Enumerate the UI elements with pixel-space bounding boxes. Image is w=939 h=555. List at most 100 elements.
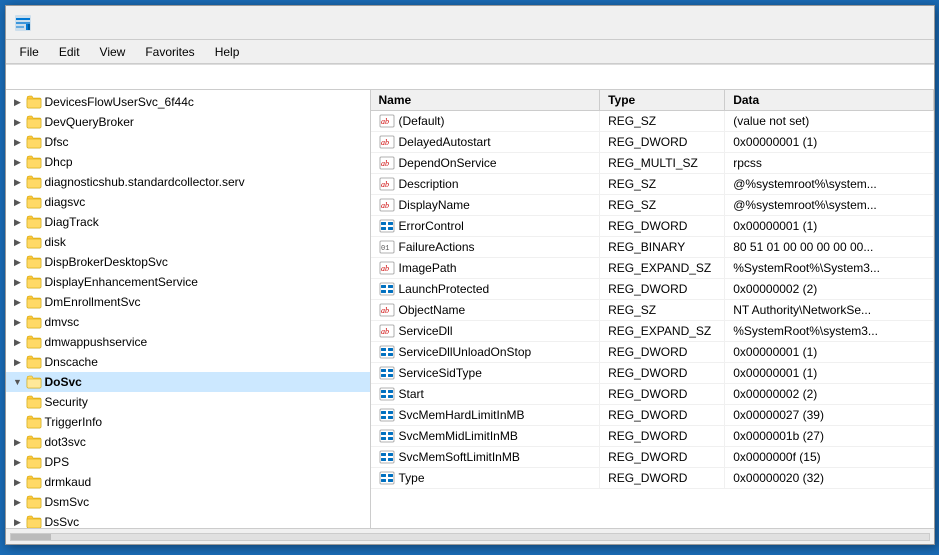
tree-item[interactable]: ▶ diagnosticshub.standardcollector.serv <box>6 172 370 192</box>
cell-type: REG_DWORD <box>600 132 725 153</box>
chevron-icon: ▶ <box>10 434 26 450</box>
folder-icon <box>26 154 42 170</box>
table-row[interactable]: SvcMemSoftLimitInMBREG_DWORD0x0000000f (… <box>371 447 934 468</box>
table-row[interactable]: ab ServiceDllREG_EXPAND_SZ%SystemRoot%\s… <box>371 321 934 342</box>
tree-pane[interactable]: ▶ DevicesFlowUserSvc_6f44c▶ DevQueryBrok… <box>6 90 371 528</box>
table-row[interactable]: SvcMemHardLimitInMBREG_DWORD0x00000027 (… <box>371 405 934 426</box>
tree-item[interactable]: ▶ DispBrokerDesktopSvc <box>6 252 370 272</box>
reg-value-icon <box>379 218 395 234</box>
cell-name: ab Description <box>371 174 600 195</box>
cell-name: ServiceSidType <box>371 363 600 384</box>
cell-name: ab ObjectName <box>371 300 600 321</box>
table-row[interactable]: ab ObjectNameREG_SZNT Authority\NetworkS… <box>371 300 934 321</box>
tree-item-label: DiagTrack <box>45 215 99 229</box>
reg-value-icon <box>379 449 395 465</box>
chevron-icon: ▶ <box>10 134 26 150</box>
table-row[interactable]: ServiceDllUnloadOnStopREG_DWORD0x0000000… <box>371 342 934 363</box>
folder-icon <box>26 234 42 250</box>
cell-data: 80 51 01 00 00 00 00 00... <box>725 237 933 258</box>
cell-type: REG_MULTI_SZ <box>600 153 725 174</box>
value-name: Description <box>399 177 459 191</box>
cell-data: 0x00000027 (39) <box>725 405 933 426</box>
table-row[interactable]: StartREG_DWORD0x00000002 (2) <box>371 384 934 405</box>
table-row[interactable]: ab ImagePathREG_EXPAND_SZ%SystemRoot%\Sy… <box>371 258 934 279</box>
detail-pane[interactable]: Name Type Data ab (Default)REG_SZ(value … <box>371 90 934 528</box>
maximize-button[interactable] <box>834 6 880 40</box>
cell-name: Start <box>371 384 600 405</box>
tree-item[interactable]: ▶ Dfsc <box>6 132 370 152</box>
value-name: ServiceDllUnloadOnStop <box>399 345 532 359</box>
value-name: DelayedAutostart <box>399 135 491 149</box>
value-name: SvcMemMidLimitInMB <box>399 429 518 443</box>
svg-text:ab: ab <box>381 159 389 168</box>
tree-item[interactable]: ▶ dot3svc <box>6 432 370 452</box>
table-row[interactable]: 01 FailureActionsREG_BINARY80 51 01 00 0… <box>371 237 934 258</box>
value-name: FailureActions <box>399 240 475 254</box>
value-name: ImagePath <box>399 261 457 275</box>
table-row[interactable]: LaunchProtectedREG_DWORD0x00000002 (2) <box>371 279 934 300</box>
reg-value-icon <box>379 281 395 297</box>
folder-icon <box>26 334 42 350</box>
menu-file[interactable]: File <box>10 43 49 61</box>
cell-name: ServiceDllUnloadOnStop <box>371 342 600 363</box>
reg-value-icon <box>379 428 395 444</box>
cell-data: @%systemroot%\system... <box>725 174 933 195</box>
reg-value-icon: ab <box>379 323 395 339</box>
table-row[interactable]: SvcMemMidLimitInMBREG_DWORD0x0000001b (2… <box>371 426 934 447</box>
reg-value-icon: ab <box>379 197 395 213</box>
tree-item[interactable]: ▶ DmEnrollmentSvc <box>6 292 370 312</box>
table-row[interactable]: ab (Default)REG_SZ(value not set) <box>371 111 934 132</box>
folder-icon <box>26 514 42 528</box>
tree-item[interactable]: ▶ drmkaud <box>6 472 370 492</box>
chevron-icon: ▶ <box>10 354 26 370</box>
table-row[interactable]: ab DisplayNameREG_SZ@%systemroot%\system… <box>371 195 934 216</box>
close-button[interactable] <box>880 6 926 40</box>
tree-item[interactable]: ▼ DoSvc <box>6 372 370 392</box>
folder-icon <box>26 294 42 310</box>
menu-view[interactable]: View <box>90 43 136 61</box>
menu-help[interactable]: Help <box>205 43 250 61</box>
tree-item[interactable]: Security <box>6 392 370 412</box>
reg-value-icon: ab <box>379 155 395 171</box>
chevron-icon: ▶ <box>10 154 26 170</box>
tree-item[interactable]: ▶ DisplayEnhancementService <box>6 272 370 292</box>
cell-data: 0x00000020 (32) <box>725 468 933 489</box>
tree-item[interactable]: ▶ DsSvc <box>6 512 370 528</box>
cell-type: REG_DWORD <box>600 363 725 384</box>
cell-data: (value not set) <box>725 111 933 132</box>
reg-value-icon: ab <box>379 176 395 192</box>
menu-edit[interactable]: Edit <box>49 43 90 61</box>
folder-icon <box>26 274 42 290</box>
table-row[interactable]: ServiceSidTypeREG_DWORD0x00000001 (1) <box>371 363 934 384</box>
cell-data: 0x00000001 (1) <box>725 216 933 237</box>
svg-text:ab: ab <box>381 180 389 189</box>
table-row[interactable]: TypeREG_DWORD0x00000020 (32) <box>371 468 934 489</box>
tree-item-label: Security <box>45 395 88 409</box>
tree-item[interactable]: ▶ DevicesFlowUserSvc_6f44c <box>6 92 370 112</box>
tree-item[interactable]: TriggerInfo <box>6 412 370 432</box>
tree-item[interactable]: ▶ DsmSvc <box>6 492 370 512</box>
tree-item[interactable]: ▶ diagsvc <box>6 192 370 212</box>
cell-data: NT Authority\NetworkSe... <box>725 300 933 321</box>
reg-value-icon: ab <box>379 260 395 276</box>
cell-type: REG_SZ <box>600 111 725 132</box>
tree-item[interactable]: ▶ DiagTrack <box>6 212 370 232</box>
tree-item[interactable]: ▶ disk <box>6 232 370 252</box>
tree-item-label: Dnscache <box>45 355 98 369</box>
table-row[interactable]: ab DependOnServiceREG_MULTI_SZrpcss <box>371 153 934 174</box>
minimize-button[interactable] <box>788 6 834 40</box>
table-row[interactable]: ab DescriptionREG_SZ@%systemroot%\system… <box>371 174 934 195</box>
tree-item[interactable]: ▶ DevQueryBroker <box>6 112 370 132</box>
cell-type: REG_DWORD <box>600 468 725 489</box>
tree-item[interactable]: ▶ DPS <box>6 452 370 472</box>
menu-favorites[interactable]: Favorites <box>135 43 204 61</box>
tree-item[interactable]: ▶ Dnscache <box>6 352 370 372</box>
tree-item[interactable]: ▶ dmwappushservice <box>6 332 370 352</box>
table-row[interactable]: ab DelayedAutostartREG_DWORD0x00000001 (… <box>371 132 934 153</box>
reg-value-icon: ab <box>379 134 395 150</box>
table-row[interactable]: ErrorControlREG_DWORD0x00000001 (1) <box>371 216 934 237</box>
tree-item[interactable]: ▶ dmvsc <box>6 312 370 332</box>
cell-name: SvcMemHardLimitInMB <box>371 405 600 426</box>
tree-item[interactable]: ▶ Dhcp <box>6 152 370 172</box>
main-content: ▶ DevicesFlowUserSvc_6f44c▶ DevQueryBrok… <box>6 90 934 528</box>
